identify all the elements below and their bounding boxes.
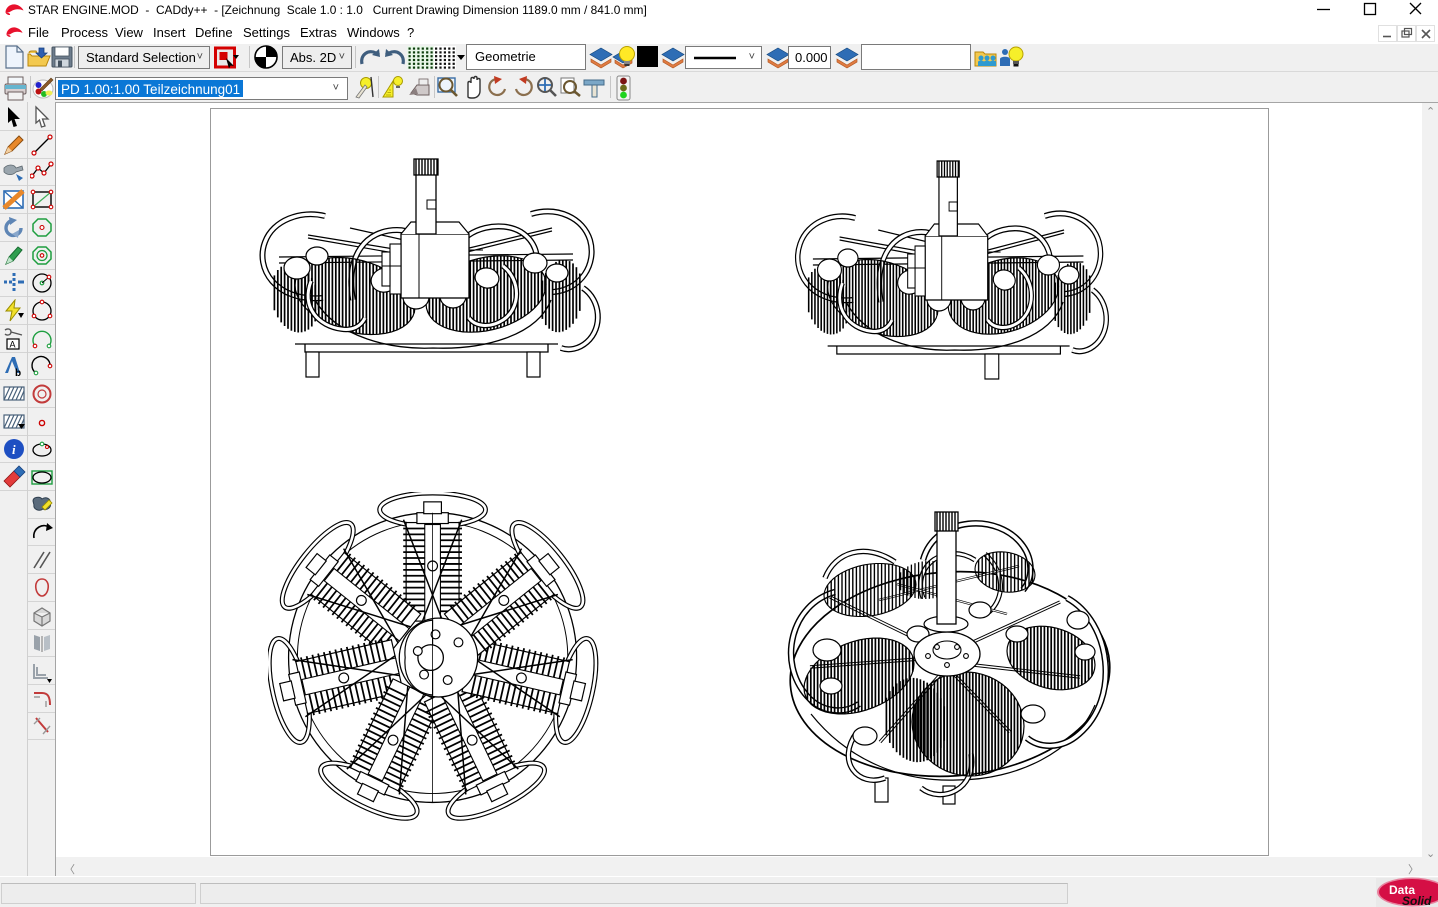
svg-text:i: i xyxy=(12,442,16,457)
svg-text:Solid: Solid xyxy=(1402,894,1432,907)
svg-text:A: A xyxy=(10,340,16,350)
svg-text:b: b xyxy=(15,368,21,378)
